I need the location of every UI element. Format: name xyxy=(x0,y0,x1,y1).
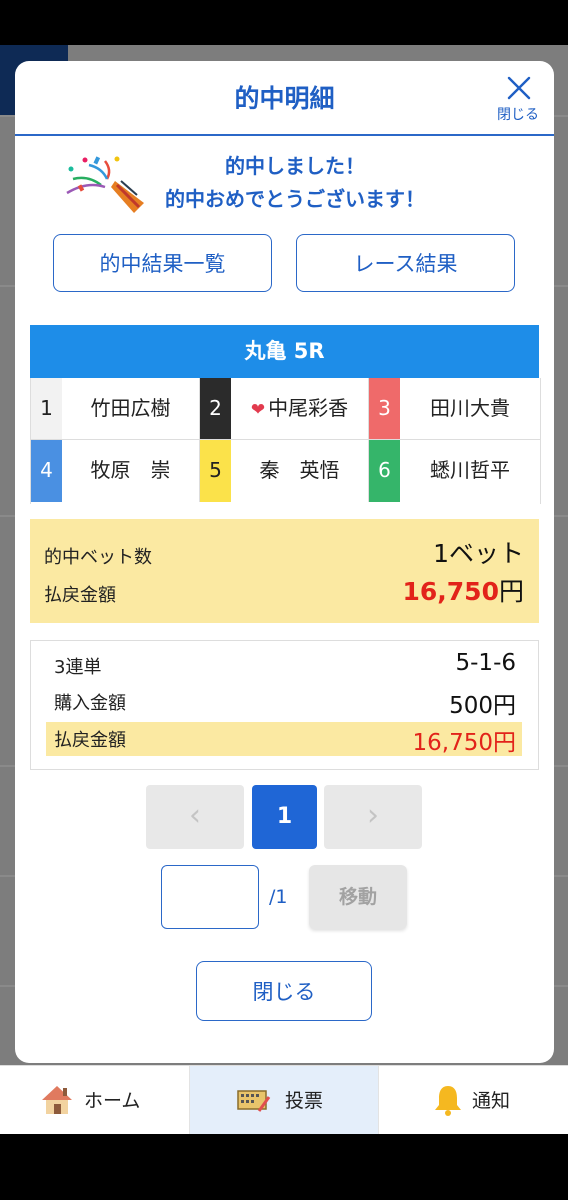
racer-name-wrap: ❤ 中尾彩香 xyxy=(231,378,368,439)
chevron-left-icon: ‹ xyxy=(189,798,201,833)
page-number-input[interactable] xyxy=(161,865,259,929)
detail-payout-value: 16,750円 xyxy=(412,730,516,756)
tab-vote[interactable]: 投票 xyxy=(190,1066,378,1134)
hit-detail-modal: 的中明細 閉じる 的中しました！ 的中おめでとうございます！ 的中結果一覧 レー… xyxy=(15,61,554,1063)
racer-number: 6 xyxy=(369,440,400,502)
racer-cell: 5 秦 英悟 xyxy=(200,440,369,502)
current-page-button[interactable]: 1 xyxy=(252,785,317,849)
hit-bets-label: 的中ベット数 xyxy=(44,547,152,568)
close-button[interactable]: 閉じる xyxy=(196,961,372,1021)
bottom-tab-bar: ホーム 投票 通知 xyxy=(0,1065,568,1134)
payout-amount: 16,750 xyxy=(402,577,499,606)
racer-cell: 2 ❤ 中尾彩香 xyxy=(200,378,369,440)
racer-cell: 6 蟋川哲平 xyxy=(369,440,540,502)
detail-payout-label: 払戻金額 xyxy=(54,730,126,751)
bet-type-label: 3連単 xyxy=(54,657,102,678)
party-popper-icon xyxy=(66,156,144,213)
prev-page-button[interactable]: ‹ xyxy=(146,785,244,849)
bell-icon xyxy=(435,1086,461,1116)
congrats-line-2: 的中おめでとうございます！ xyxy=(165,187,425,211)
heart-icon: ❤ xyxy=(250,400,266,420)
total-pages: /1 xyxy=(269,886,288,908)
racer-name: 田川大貴 xyxy=(430,396,510,420)
tab-notifications[interactable]: 通知 xyxy=(379,1066,568,1134)
close-x-button[interactable]: 閉じる xyxy=(490,71,546,129)
bet-combination: 5-1-6 xyxy=(455,650,517,676)
congrats-line-1: 的中しました！ xyxy=(225,154,365,178)
payout-label: 払戻金額 xyxy=(44,585,116,606)
tab-home[interactable]: ホーム xyxy=(0,1066,189,1134)
racer-name: 秦 英悟 xyxy=(259,458,340,482)
purchase-amount-value: 500円 xyxy=(449,693,516,719)
house-icon xyxy=(42,1086,72,1114)
congrats-message: 的中しました！ 的中おめでとうございます！ xyxy=(15,151,554,213)
bet-detail: 3連単 5-1-6 購入金額 500円 払戻金額 16,750円 xyxy=(30,640,539,770)
racer-name: 牧原 崇 xyxy=(90,458,171,482)
payout-total: 16,750円 xyxy=(403,572,525,608)
chevron-right-icon: › xyxy=(367,798,379,833)
next-page-button[interactable]: › xyxy=(324,785,422,849)
hit-results-list-button[interactable]: 的中結果一覧 xyxy=(53,234,272,292)
racer-number: 1 xyxy=(31,378,62,439)
racer-grid: 1 竹田広樹 2 ❤ 中尾彩香 3 田川大貴 4 牧原 崇 5 秦 英悟 6 蟋川… xyxy=(30,378,541,504)
racer-name: 中尾彩香 xyxy=(268,396,349,420)
race-title: 丸亀 5R xyxy=(30,325,539,378)
racer-cell: 4 牧原 崇 xyxy=(31,440,200,502)
move-button[interactable]: 移動 xyxy=(309,865,407,929)
racer-cell: 3 田川大貴 xyxy=(369,378,540,440)
racer-number: 4 xyxy=(31,440,62,502)
racer-number: 5 xyxy=(200,440,231,502)
racer-number: 2 xyxy=(200,378,231,439)
ticket-icon xyxy=(237,1090,271,1112)
hit-bets-value: 1ベット xyxy=(433,539,524,568)
close-x-label: 閉じる xyxy=(497,107,539,123)
close-icon xyxy=(507,76,531,100)
racer-cell: 1 竹田広樹 xyxy=(31,378,200,440)
modal-title: 的中明細 xyxy=(234,84,335,113)
racer-name: 竹田広樹 xyxy=(90,396,171,420)
purchase-amount-label: 購入金額 xyxy=(54,693,126,714)
racer-number: 3 xyxy=(369,378,400,439)
racer-name: 蟋川哲平 xyxy=(430,458,510,482)
payout-unit: 円 xyxy=(498,577,524,606)
tab-home-label: ホーム xyxy=(84,1090,141,1112)
hit-summary: 的中ベット数 1ベット 払戻金額 16,750円 xyxy=(30,519,539,623)
tab-notifications-label: 通知 xyxy=(472,1090,511,1112)
tab-vote-label: 投票 xyxy=(285,1090,324,1112)
race-result-button[interactable]: レース結果 xyxy=(296,234,515,292)
modal-header: 的中明細 閉じる xyxy=(15,61,554,136)
